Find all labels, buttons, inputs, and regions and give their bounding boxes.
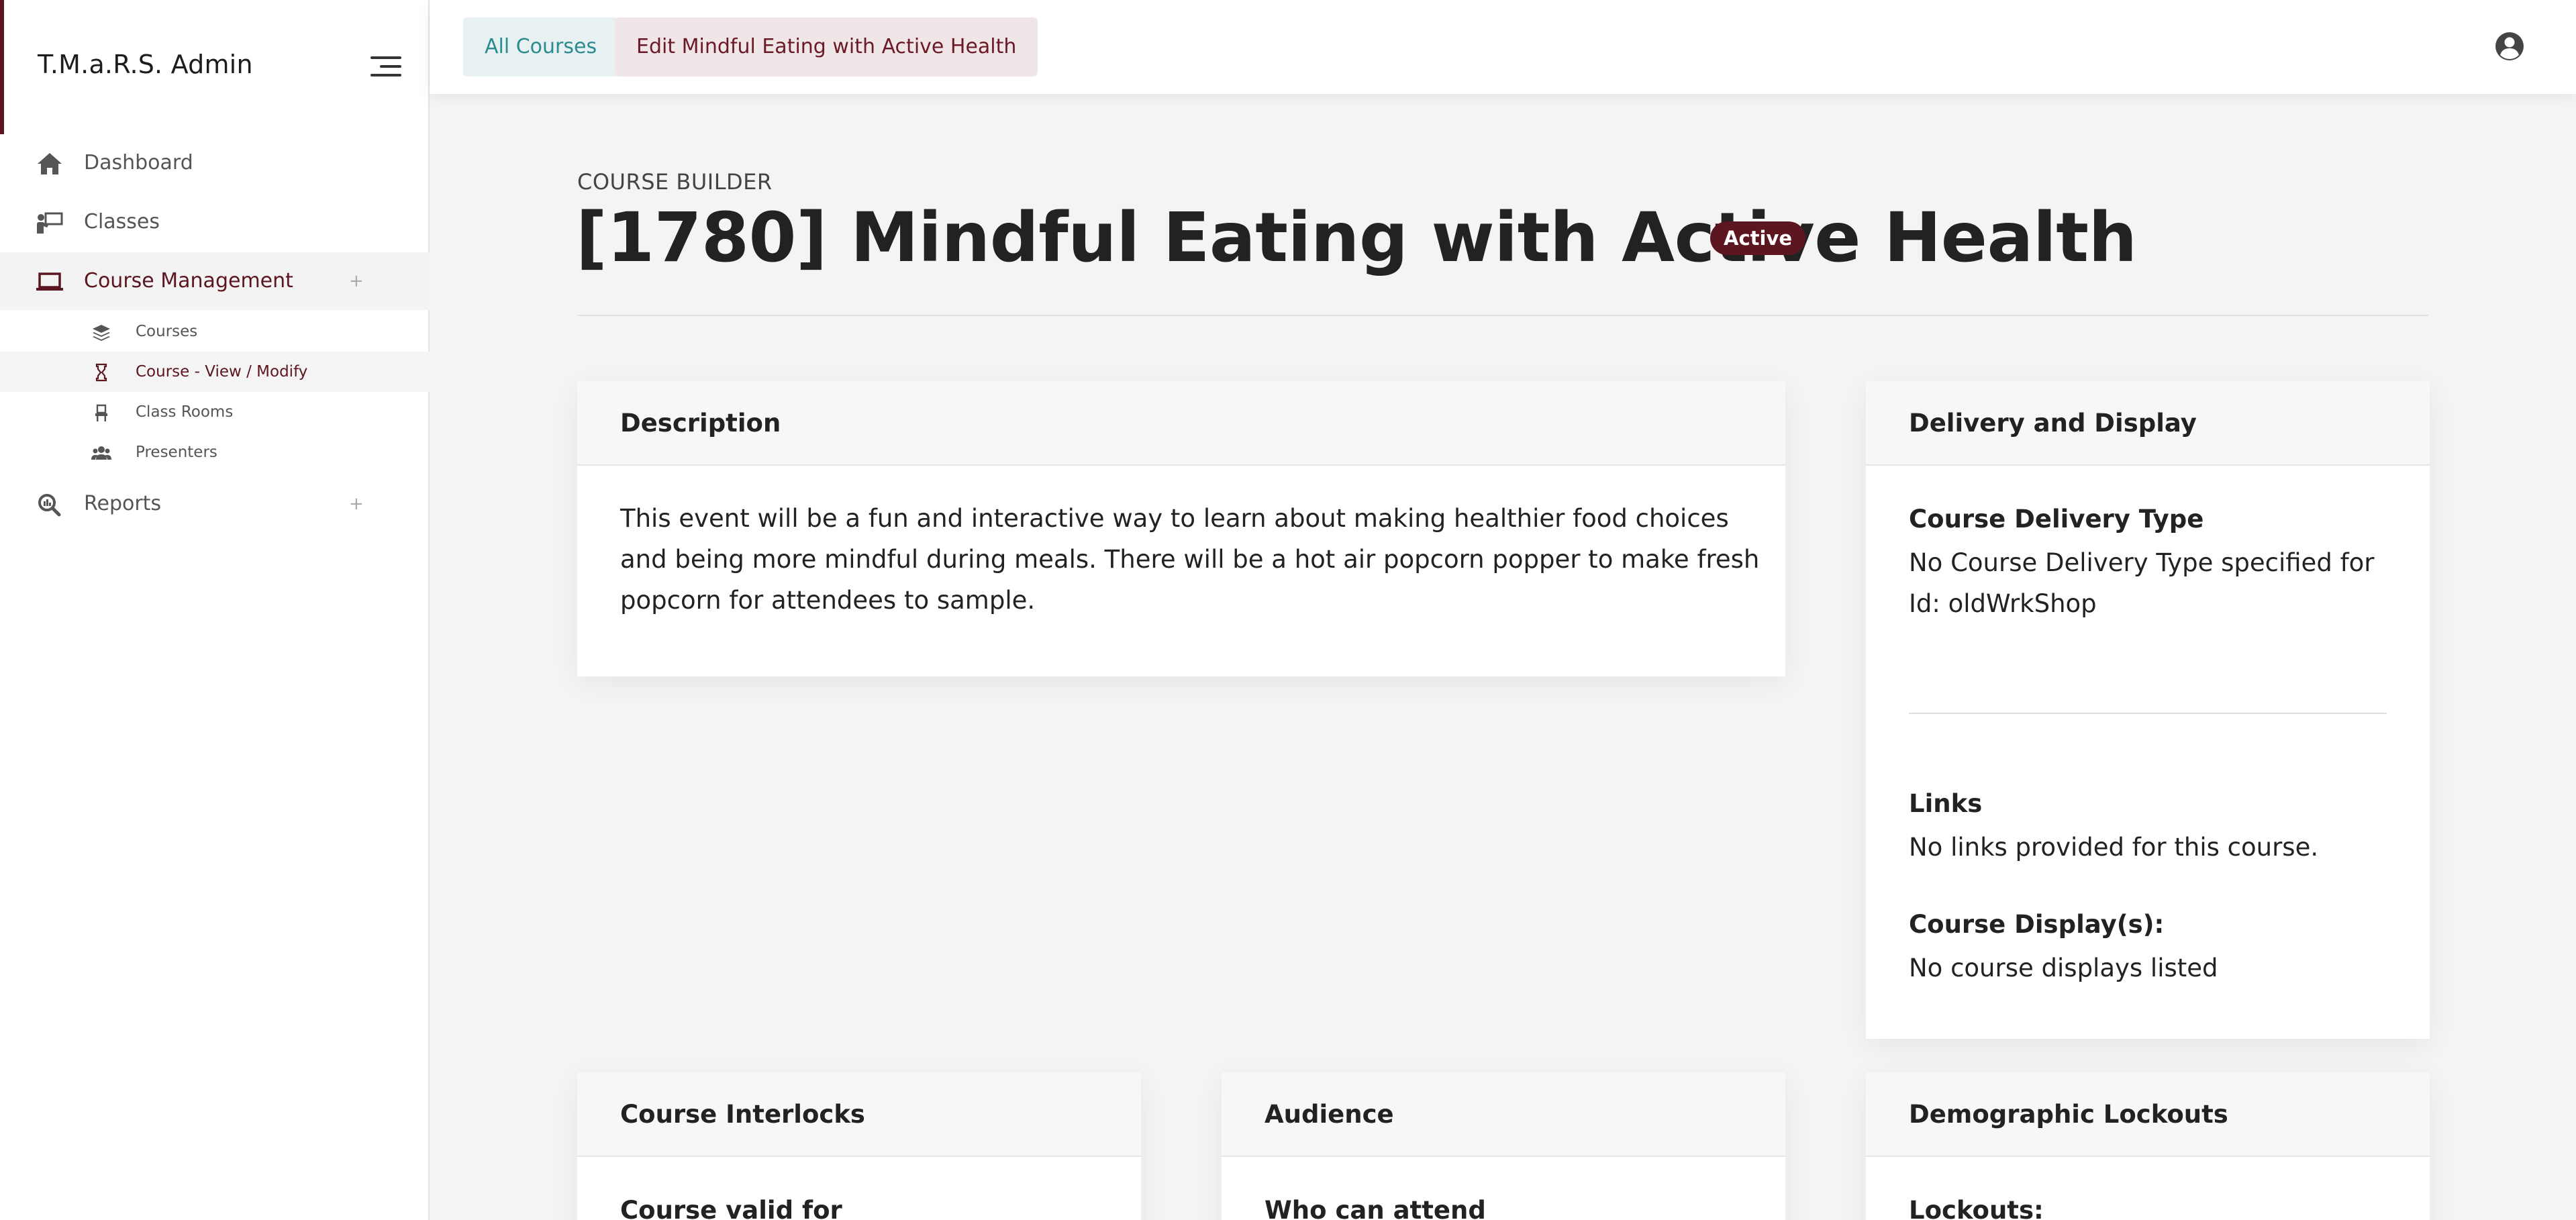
sidebar-subitem-class-rooms[interactable]: Class Rooms: [0, 392, 430, 432]
interlocks-subtitle: Course valid for: [620, 1196, 842, 1220]
home-icon: [38, 153, 62, 174]
links-title: Links: [1909, 789, 1983, 818]
sidebar-subitem-label: Class Rooms: [136, 403, 234, 421]
top-bar: All Courses Edit Mindful Eating with Act…: [430, 0, 2576, 94]
card-header: Demographic Lockouts: [1866, 1072, 2430, 1157]
sidebar-subitem-presenters[interactable]: Presenters: [0, 432, 430, 472]
sidebar-item-reports[interactable]: Reports +: [0, 475, 430, 533]
sidebar-subitem-label: Course - View / Modify: [136, 363, 308, 380]
card-header: Audience: [1222, 1072, 1785, 1157]
displays-title: Course Display(s):: [1909, 910, 2165, 939]
card-header: Delivery and Display: [1866, 381, 2430, 466]
description-card: Description This event will be a fun and…: [577, 381, 1785, 676]
sidebar-item-classes[interactable]: Classes: [0, 193, 430, 251]
layers-icon: [93, 325, 110, 341]
sidebar-item-label: Dashboard: [84, 151, 193, 174]
search-report-icon: [38, 494, 61, 517]
card-title: Audience: [1265, 1100, 1394, 1129]
user-circle-icon[interactable]: [2494, 31, 2525, 62]
demographic-lockouts-card: Demographic Lockouts Lockouts:: [1866, 1072, 2430, 1220]
sidebar: T.M.a.R.S. Admin Dashboard Classes Cours…: [0, 0, 430, 1220]
hourglass-icon: [95, 363, 107, 382]
card-header: Course Interlocks: [577, 1072, 1141, 1157]
delivery-display-card: Delivery and Display Course Delivery Typ…: [1866, 381, 2430, 1039]
sidebar-subitem-label: Presenters: [136, 444, 217, 461]
sidebar-subitem-course-view-modify[interactable]: Course - View / Modify: [0, 352, 430, 392]
edit-course-button[interactable]: Edit Mindful Eating with Active Health: [615, 17, 1038, 77]
card-title: Course Interlocks: [620, 1100, 865, 1129]
brand-header: T.M.a.R.S. Admin: [0, 0, 430, 134]
app-root: T.M.a.R.S. Admin Dashboard Classes Cours…: [0, 0, 2576, 1220]
displays-text: No course displays listed: [1909, 954, 2218, 982]
all-courses-button[interactable]: All Courses: [463, 17, 619, 77]
card-title: Description: [620, 409, 781, 438]
users-icon: [91, 446, 111, 460]
sidebar-item-course-management[interactable]: Course Management +: [0, 252, 430, 310]
app-title: T.M.a.R.S. Admin: [38, 50, 253, 79]
section-divider: [1909, 713, 2387, 714]
expand-icon[interactable]: +: [349, 475, 364, 533]
card-title: Demographic Lockouts: [1909, 1100, 2228, 1129]
card-header: Description: [577, 381, 1785, 466]
sidebar-subitem-label: Courses: [136, 323, 198, 340]
sidebar-item-label: Reports: [84, 492, 162, 515]
sidebar-item-dashboard[interactable]: Dashboard: [0, 134, 430, 192]
card-title: Delivery and Display: [1909, 409, 2197, 438]
delivery-type-text: No Course Delivery Type specified for Id…: [1909, 548, 2375, 618]
sidebar-subitem-courses[interactable]: Courses: [0, 311, 430, 352]
laptop-icon: [36, 272, 63, 291]
presenter-board-icon: [37, 212, 63, 234]
title-divider: [577, 315, 2428, 316]
description-text: This event will be a fun and interactive…: [620, 504, 1760, 615]
delivery-type-title: Course Delivery Type: [1909, 505, 2204, 533]
main-content: COURSE BUILDER [1780] Mindful Eating wit…: [430, 94, 2576, 1220]
sidebar-item-label: Classes: [84, 210, 160, 234]
status-badge: Active: [1710, 221, 1806, 255]
sidebar-item-label: Course Management: [84, 269, 293, 293]
audience-card: Audience Who can attend: [1222, 1072, 1785, 1220]
links-text: No links provided for this course.: [1909, 833, 2319, 862]
course-interlocks-card: Course Interlocks Course valid for: [577, 1072, 1141, 1220]
lockouts-subtitle: Lockouts:: [1909, 1196, 2044, 1220]
page-title: [1780] Mindful Eating with Active Health: [576, 198, 2137, 278]
expand-icon[interactable]: +: [349, 252, 364, 310]
menu-toggle-icon[interactable]: [366, 54, 401, 81]
page-eyebrow: COURSE BUILDER: [577, 169, 773, 195]
audience-subtitle: Who can attend: [1265, 1196, 1486, 1220]
chair-icon: [95, 404, 107, 421]
